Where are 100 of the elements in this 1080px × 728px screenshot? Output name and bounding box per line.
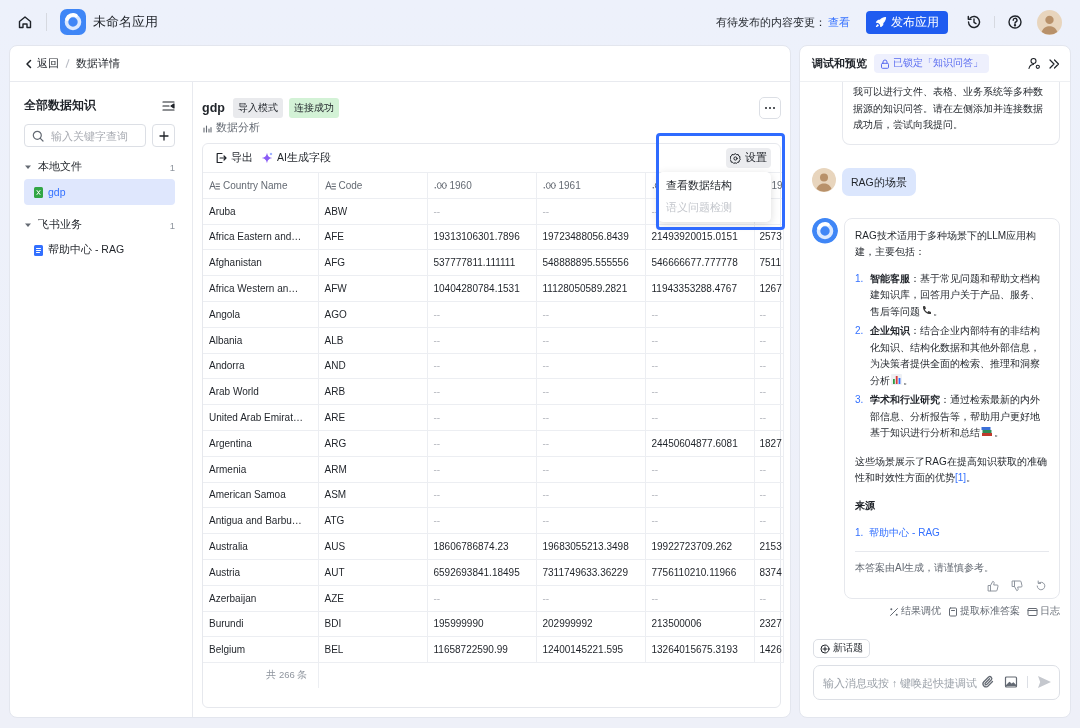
table-cell: 12400145221.595 <box>536 636 645 663</box>
table-cell: -- <box>536 507 645 534</box>
table-cell: -- <box>645 585 754 612</box>
table-cell: -- <box>645 301 754 328</box>
table-cell: Belgium <box>203 636 318 663</box>
app-name: 未命名应用 <box>93 13 158 31</box>
history-icon[interactable] <box>966 14 982 30</box>
table-cell: 13264015675.3193 <box>645 636 754 663</box>
view-link[interactable]: 查看 <box>828 14 850 30</box>
list-number: 3. <box>855 393 865 407</box>
table-cell: AFW <box>318 275 427 302</box>
table-cell: 19922723709.262 <box>645 533 754 560</box>
answer-intro: RAG技术适用于多种场景下的LLM应用构建，主要包括： <box>855 228 1038 259</box>
user-avatar <box>812 167 836 192</box>
table-cell: -- <box>427 353 536 379</box>
table-cell: 1426 <box>754 636 783 663</box>
column-header: 1960 <box>427 172 536 199</box>
collapse-panel-icon[interactable] <box>1048 57 1060 70</box>
ai-generate-field-button[interactable]: AI生成字段 <box>261 151 331 165</box>
status-tag: 导入模式 <box>232 98 283 118</box>
spreadsheet-file-icon <box>34 186 43 198</box>
add-button[interactable] <box>152 124 175 147</box>
thumbs-up-icon[interactable] <box>987 580 999 592</box>
table-cell: -- <box>536 404 645 431</box>
list-item-text: 学术和行业研究：通过检索最新的内外部信息、分析报告等，帮助用户更好地基于知识进行分析和总结 。 <box>870 393 1041 440</box>
table-cell: -- <box>754 404 783 431</box>
sidebar-item[interactable]: gdp <box>24 179 175 205</box>
breadcrumb-current: 数据详情 <box>76 56 120 71</box>
source-link[interactable]: 1. 帮助中心 - RAG <box>855 525 940 542</box>
message-text: 我可以进行文件、表格、业务系统等多种数据源的知识问答。请在左侧添加并连接数据成功后，尝试向我提问。 <box>853 85 1044 132</box>
export-icon <box>215 152 227 164</box>
table-cell: -- <box>427 585 536 612</box>
new-topic-button[interactable]: 新话题 <box>813 639 870 658</box>
settings-icon <box>730 152 741 164</box>
table-cell: -- <box>536 378 645 405</box>
table-cell: 6592693841.18495 <box>427 559 536 586</box>
table-cell: -- <box>754 301 783 328</box>
table-cell: Aruba <box>203 198 318 225</box>
number-type-icon <box>433 181 447 190</box>
table-cell: ASM <box>318 482 427 508</box>
more-button[interactable] <box>759 97 781 119</box>
table-cell: 11943353288.4767 <box>645 275 754 302</box>
table-cell: AGO <box>318 301 427 328</box>
table-cell: -- <box>754 482 783 508</box>
home-button[interactable] <box>17 14 33 30</box>
sidebar-item[interactable]: 帮助中心 - RAG <box>24 237 175 263</box>
table-cell: 2153 <box>754 533 783 560</box>
table-cell: -- <box>427 430 536 457</box>
table-cell: -- <box>536 585 645 612</box>
table-cell: Angola <box>203 301 318 328</box>
back-link[interactable]: 返回 <box>24 56 59 71</box>
table-cell: BDI <box>318 611 427 637</box>
table-cell: Burundi <box>203 611 318 637</box>
list-item-text: 智能客服：基于常见问题和帮助文档构建知识库，回答用户关于产品、服务、售后等问题 。 <box>870 271 1041 319</box>
table-cell: -- <box>427 378 536 405</box>
table-cell: Antigua and Barbu… <box>203 507 318 534</box>
data-analysis-link[interactable]: 数据分析 <box>202 121 781 135</box>
table-cell: -- <box>536 198 645 225</box>
table-cell: ARB <box>318 378 427 405</box>
answer-action-button[interactable]: 提取标准答案 <box>948 605 1020 618</box>
table-cell: -- <box>645 404 754 431</box>
column-header: Code <box>318 172 427 199</box>
column-header: Country Name <box>203 172 318 199</box>
ai-disclaimer: 本答案由AI生成，请谨慎参考。 <box>855 560 996 575</box>
table-cell: -- <box>754 353 783 379</box>
list-number: 1. <box>855 271 865 286</box>
user-message: RAG的场景 <box>842 167 916 196</box>
help-icon[interactable] <box>1007 14 1023 30</box>
answer-action-button[interactable]: 结果调优 <box>889 605 941 618</box>
thumbs-down-icon[interactable] <box>1011 580 1023 592</box>
message-input[interactable]: 输入消息或按 ↑ 键唤起快捷调试 <box>813 665 1060 700</box>
table-cell: -- <box>427 198 536 225</box>
sidebar-title: 全部数据知识 <box>24 97 96 114</box>
table-cell: Africa Eastern and… <box>203 224 318 250</box>
table-cell: ABW <box>318 198 427 225</box>
table-cell: -- <box>645 456 754 483</box>
answer-action-button[interactable]: 日志 <box>1027 605 1060 618</box>
group-label: 飞书业务 <box>38 218 82 232</box>
table-cell: 546666677.777778 <box>645 249 754 276</box>
table-cell: AFG <box>318 249 427 276</box>
export-button[interactable]: 导出 <box>215 151 253 165</box>
table-cell: -- <box>645 507 754 534</box>
table-cell: Austria <box>203 559 318 586</box>
table-cell: 1827 <box>754 430 783 457</box>
sources-title: 来源 <box>855 498 876 513</box>
user-settings-icon[interactable] <box>1028 57 1041 70</box>
table-cell: 11658722590.99 <box>427 636 536 663</box>
image-icon[interactable] <box>1004 675 1018 689</box>
bar-chart-emoji-icon <box>891 373 902 385</box>
settings-button[interactable]: 设置 <box>726 148 771 168</box>
publish-button[interactable]: 发布应用 <box>866 10 948 34</box>
refresh-icon[interactable] <box>1035 580 1047 592</box>
avatar <box>1037 9 1062 35</box>
tune-icon <box>889 606 899 617</box>
table-cell: -- <box>645 327 754 354</box>
search-field[interactable]: 输入关键字查询 <box>24 124 146 147</box>
attachment-icon[interactable] <box>981 675 995 689</box>
list-item-text: 企业知识：结合企业内部特有的非结构化知识、结构化数据和其他外部信息，为决策者提供全面的检索、推理和洞察分析 。 <box>870 324 1041 388</box>
group-label: 本地文件 <box>38 160 82 174</box>
table-cell: -- <box>754 585 783 612</box>
